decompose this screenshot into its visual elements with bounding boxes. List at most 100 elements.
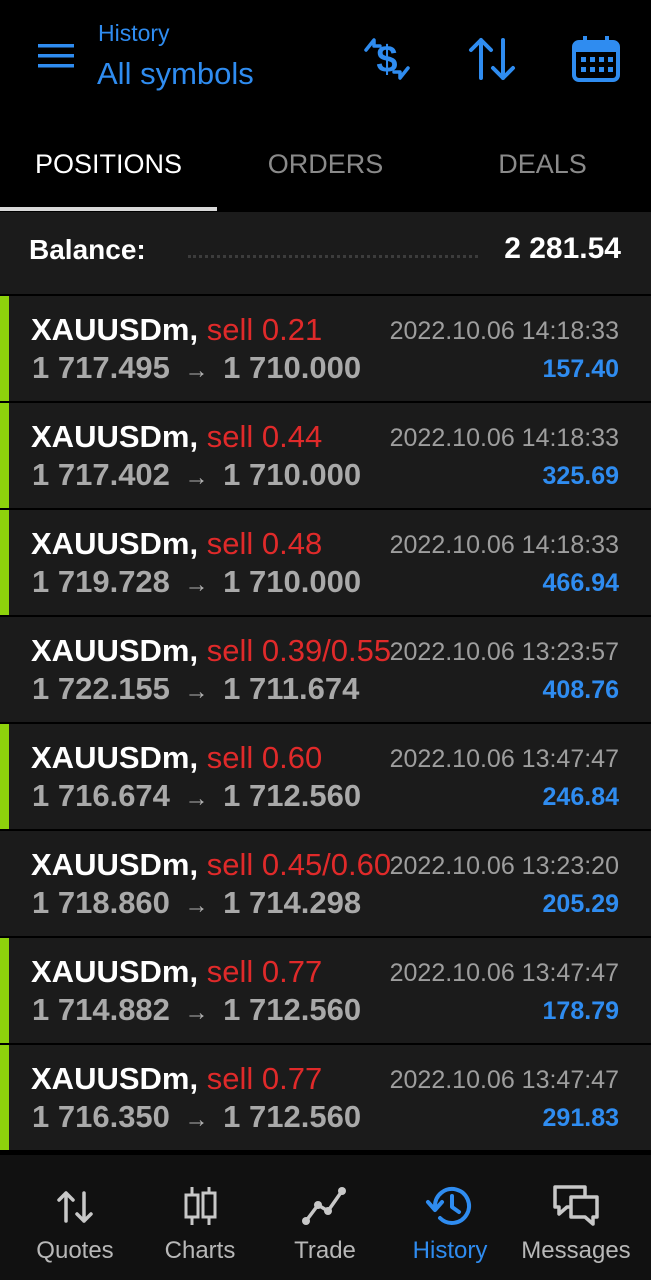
position-side-volume: sell 0.21 — [206, 312, 323, 347]
position-prices: 1 722.155 → 1 711.674 — [32, 671, 359, 707]
nav-trade[interactable]: Trade — [260, 1155, 390, 1280]
trade-icon — [300, 1183, 350, 1229]
price-arrow-icon: → — [184, 892, 209, 919]
position-symbol: XAUUSDm, — [31, 526, 199, 561]
position-row[interactable]: XAUUSDm, sell 0.48 1 719.728 → 1 710.000… — [0, 508, 651, 615]
position-marker — [0, 724, 9, 829]
position-time: 2022.10.06 13:47:47 — [389, 959, 619, 987]
position-prices: 1 716.350 → 1 712.560 — [32, 1099, 361, 1135]
position-row[interactable]: XAUUSDm, sell 0.39/0.55 1 722.155 → 1 71… — [0, 615, 651, 722]
position-side-volume: sell 0.77 — [206, 1061, 323, 1096]
position-profit: 408.76 — [542, 676, 619, 704]
position-marker — [0, 296, 9, 401]
position-time: 2022.10.06 13:23:57 — [389, 638, 619, 666]
nav-messages[interactable]: Messages — [511, 1155, 641, 1280]
nav-label-quotes: Quotes — [36, 1237, 114, 1264]
position-prices: 1 717.402 → 1 710.000 — [32, 457, 361, 493]
position-close-price: 1 714.298 — [223, 885, 362, 920]
position-open-price: 1 719.728 — [32, 564, 170, 599]
position-side-volume: sell 0.39/0.55 — [206, 633, 392, 668]
price-arrow-icon: → — [184, 1106, 209, 1133]
price-arrow-icon: → — [184, 571, 209, 598]
position-profit: 325.69 — [542, 462, 619, 490]
position-symbol: XAUUSDm, — [31, 1061, 199, 1096]
position-header: XAUUSDm, sell 0.48 — [31, 526, 322, 562]
nav-label-trade: Trade — [294, 1237, 356, 1264]
position-side-volume: sell 0.44 — [206, 419, 323, 454]
price-arrow-icon: → — [184, 357, 209, 384]
position-open-price: 1 718.860 — [32, 885, 170, 920]
quotes-icon — [50, 1183, 100, 1229]
nav-charts[interactable]: Charts — [135, 1155, 265, 1280]
dollar-exchange-icon[interactable]: $ — [360, 32, 414, 86]
position-close-price: 1 712.560 — [223, 1099, 362, 1134]
position-time: 2022.10.06 13:47:47 — [389, 745, 619, 773]
position-symbol: XAUUSDm, — [31, 954, 199, 989]
position-symbol: XAUUSDm, — [31, 740, 199, 775]
position-marker — [0, 403, 9, 508]
messages-icon — [551, 1183, 601, 1229]
nav-history[interactable]: History — [385, 1155, 515, 1280]
position-side-volume: sell 0.60 — [206, 740, 323, 775]
position-marker — [0, 1045, 9, 1150]
balance-dot-leader — [188, 255, 478, 258]
charts-icon — [175, 1183, 225, 1229]
position-header: XAUUSDm, sell 0.77 — [31, 954, 322, 990]
position-time: 2022.10.06 14:18:33 — [389, 317, 619, 345]
header-subtitle: History — [98, 20, 170, 46]
app-header: History All symbols $ — [0, 0, 651, 118]
sort-icon[interactable] — [465, 32, 519, 86]
position-time: 2022.10.06 13:47:47 — [389, 1066, 619, 1094]
position-prices: 1 714.882 → 1 712.560 — [32, 992, 361, 1028]
price-arrow-icon: → — [184, 464, 209, 491]
position-open-price: 1 722.155 — [32, 671, 170, 706]
position-header: XAUUSDm, sell 0.60 — [31, 740, 322, 776]
position-profit: 205.29 — [542, 890, 619, 918]
position-profit: 246.84 — [542, 783, 619, 811]
position-close-price: 1 710.000 — [223, 457, 362, 492]
position-row[interactable]: XAUUSDm, sell 0.44 1 717.402 → 1 710.000… — [0, 401, 651, 508]
positions-list: XAUUSDm, sell 0.21 1 717.495 → 1 710.000… — [0, 294, 651, 1150]
nav-label-charts: Charts — [164, 1237, 236, 1264]
tab-orders[interactable]: ORDERS — [217, 118, 434, 212]
position-row[interactable]: XAUUSDm, sell 0.60 1 716.674 → 1 712.560… — [0, 722, 651, 829]
position-header: XAUUSDm, sell 0.44 — [31, 419, 322, 455]
tab-deals[interactable]: DEALS — [434, 118, 651, 212]
balance-row: Balance: 2 281.54 — [0, 212, 651, 294]
position-row[interactable]: XAUUSDm, sell 0.77 1 714.882 → 1 712.560… — [0, 936, 651, 1043]
position-open-price: 1 714.882 — [32, 992, 170, 1027]
position-symbol: XAUUSDm, — [31, 312, 199, 347]
position-close-price: 1 712.560 — [223, 778, 362, 813]
position-marker — [0, 938, 9, 1043]
position-symbol: XAUUSDm, — [31, 419, 199, 454]
balance-value: 2 281.54 — [504, 232, 621, 265]
position-time: 2022.10.06 13:23:20 — [389, 852, 619, 880]
position-time: 2022.10.06 14:18:33 — [389, 531, 619, 559]
price-arrow-icon: → — [184, 678, 209, 705]
price-arrow-icon: → — [184, 785, 209, 812]
position-open-price: 1 717.495 — [32, 350, 170, 385]
position-prices: 1 717.495 → 1 710.000 — [32, 350, 361, 386]
price-arrow-icon: → — [184, 999, 209, 1026]
position-open-price: 1 716.674 — [32, 778, 170, 813]
history-icon — [425, 1183, 475, 1229]
bottom-navigation: Quotes Charts Trade History Messages — [0, 1155, 651, 1280]
position-row[interactable]: XAUUSDm, sell 0.77 1 716.350 → 1 712.560… — [0, 1043, 651, 1150]
position-header: XAUUSDm, sell 0.21 — [31, 312, 322, 348]
header-title[interactable]: All symbols — [97, 56, 254, 92]
position-time: 2022.10.06 14:18:33 — [389, 424, 619, 452]
position-symbol: XAUUSDm, — [31, 847, 199, 882]
position-profit: 466.94 — [542, 569, 619, 597]
balance-label: Balance: — [29, 234, 146, 265]
calendar-icon[interactable] — [569, 32, 623, 86]
nav-quotes[interactable]: Quotes — [10, 1155, 140, 1280]
menu-icon[interactable] — [36, 40, 76, 72]
position-close-price: 1 712.560 — [223, 992, 362, 1027]
position-profit: 157.40 — [542, 355, 619, 383]
tab-positions[interactable]: POSITIONS — [0, 118, 217, 212]
position-row[interactable]: XAUUSDm, sell 0.21 1 717.495 → 1 710.000… — [0, 294, 651, 401]
position-prices: 1 718.860 → 1 714.298 — [32, 885, 361, 921]
position-row[interactable]: XAUUSDm, sell 0.45/0.60 1 718.860 → 1 71… — [0, 829, 651, 936]
position-open-price: 1 716.350 — [32, 1099, 170, 1134]
position-symbol: XAUUSDm, — [31, 633, 199, 668]
